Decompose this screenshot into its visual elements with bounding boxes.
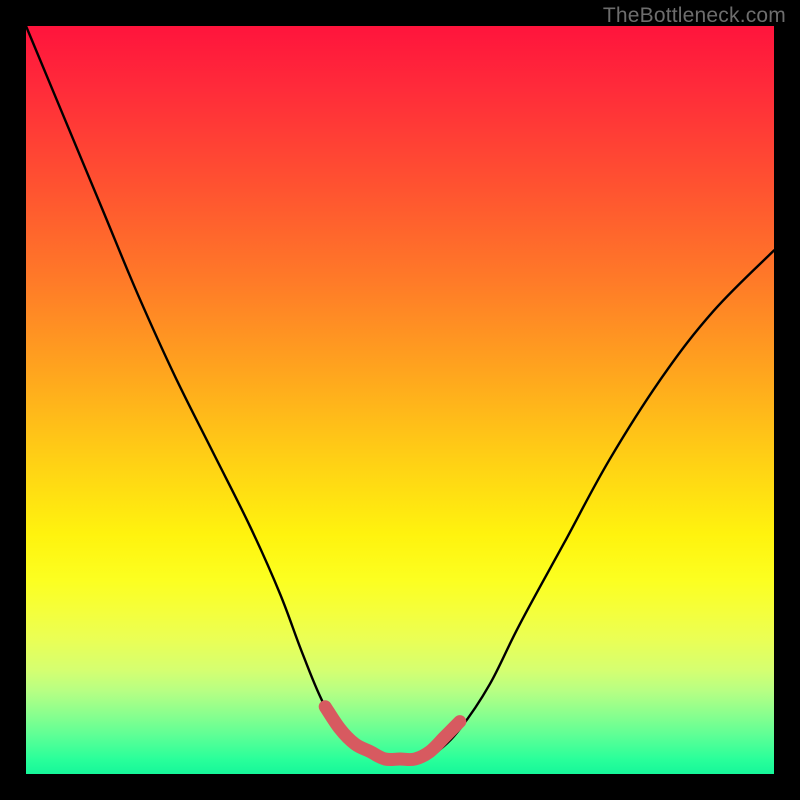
chart-frame: TheBottleneck.com bbox=[0, 0, 800, 800]
trough-highlight bbox=[325, 707, 460, 760]
bottleneck-curve bbox=[26, 26, 774, 760]
watermark-text: TheBottleneck.com bbox=[603, 4, 786, 28]
curve-layer bbox=[26, 26, 774, 774]
plot-area bbox=[26, 26, 774, 774]
